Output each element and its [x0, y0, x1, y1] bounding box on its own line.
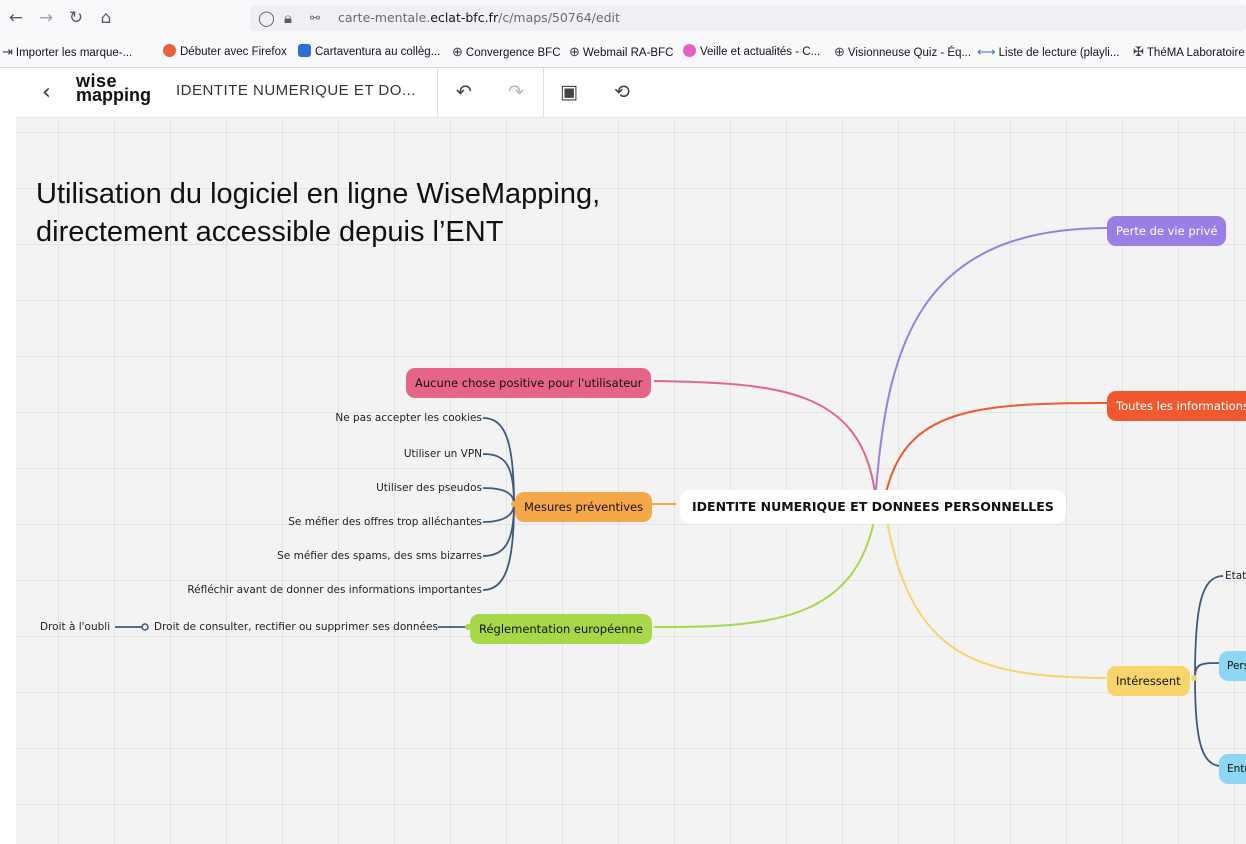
toolbar-divider [437, 68, 438, 118]
topic-reglementation-europeenne[interactable]: Réglementation européenne [470, 614, 652, 644]
veille-icon [683, 44, 696, 57]
map-title[interactable]: IDENTITE NUMERIQUE ET DO... [176, 82, 416, 99]
cartaventura-icon [298, 44, 311, 57]
lock-icon[interactable]: 🔒︎ [284, 7, 292, 29]
globe-icon: ⊕ [452, 44, 463, 59]
history-icon[interactable]: ⟲ [610, 80, 634, 104]
url-field[interactable]: ◯ 🔒︎ ⚯ carte-mentale.eclat-bfc.fr/c/maps… [250, 5, 1246, 31]
firefox-icon [163, 44, 176, 57]
bookmark-item[interactable]: ⟷ Liste de lecture (playli... [977, 36, 1119, 67]
link-aucune [653, 380, 876, 494]
leaf-offres[interactable]: Se méfier des offres trop alléchantes [288, 515, 482, 529]
topic-mesures-preventives[interactable]: Mesures préventives [515, 492, 653, 522]
topic-perte-vie-privee[interactable]: Perte de vie privé [1107, 216, 1227, 246]
caption-line-2: directement accessible depuis l’ENT [36, 216, 504, 248]
link-perte [874, 227, 1109, 504]
leaf-spams[interactable]: Se méfier des spams, des sms bizarres [277, 549, 482, 563]
app-toolbar: ‹ wise mapping IDENTITE NUMERIQUE ET DO.… [16, 68, 1246, 118]
leaf-pseudos[interactable]: Utiliser des pseudos [376, 481, 482, 495]
left-margin [0, 68, 16, 844]
leaf-reflechir[interactable]: Réfléchir avant de donner des informatio… [187, 583, 482, 597]
bookmark-item[interactable]: ⊕ Convergence BFC [452, 36, 561, 67]
home-icon[interactable]: ⌂ [96, 8, 116, 28]
bookmark-item[interactable]: ⊕ Webmail RA-BFC [569, 36, 673, 67]
leaf-vpn[interactable]: Utiliser un VPN [404, 447, 482, 461]
leaf-pers[interactable]: Pers [1219, 651, 1246, 681]
playlist-icon: ⟷ [977, 44, 996, 59]
leaf-droit-oubli[interactable]: Droit à l'oubli [40, 620, 110, 634]
topic-toutes-informations[interactable]: Toutes les informations [1107, 391, 1246, 421]
bookmark-item[interactable]: Veille et actualités - C... [683, 36, 820, 67]
save-icon[interactable]: ▣ [557, 80, 581, 104]
link-toutes [885, 402, 1109, 494]
url-text[interactable]: carte-mentale.eclat-bfc.fr/c/maps/50764/… [338, 5, 620, 31]
wisemapping-logo[interactable]: wise mapping [76, 72, 151, 105]
mesures-children-links [482, 417, 515, 591]
leaf-entr[interactable]: Entr [1219, 754, 1246, 784]
permissions-icon[interactable]: ⚯ [310, 7, 320, 29]
globe-icon: ⊕ [834, 44, 845, 59]
shield-icon[interactable]: ◯ [258, 7, 275, 29]
caption-overlay: Utilisation du logiciel en ligne WiseMap… [36, 175, 796, 251]
leaf-droit-consulter[interactable]: Droit de consulter, rectifier ou supprim… [154, 620, 438, 634]
reload-icon[interactable]: ↻ [66, 8, 86, 28]
link-reglementation [653, 515, 876, 629]
leaf-cookies[interactable]: Ne pas accepter les cookies [335, 411, 482, 425]
link-interessent [885, 515, 1107, 679]
bookmark-item[interactable]: ⊕ Visionneuse Quiz - Éq... [834, 36, 971, 67]
topic-aucune-chose-positive[interactable]: Aucune chose positive pour l'utilisateur [406, 368, 652, 398]
globe-icon: ⊕ [569, 44, 580, 59]
central-topic[interactable]: IDENTITE NUMERIQUE ET DONNEES PERSONNELL… [680, 490, 1066, 524]
leaf-etat[interactable]: Etat [1225, 569, 1246, 583]
import-icon: ⇥ [2, 44, 13, 59]
interessent-connector [1191, 675, 1197, 681]
caption-line-1: Utilisation du logiciel en ligne WiseMap… [36, 178, 601, 210]
droit-consulter-connector [141, 623, 149, 631]
bookmark-item[interactable]: ⇥ Importer les marque-... [2, 36, 132, 67]
toolbar-divider [543, 68, 544, 118]
chevron-left-icon[interactable]: ‹ [42, 80, 51, 106]
undo-icon[interactable]: ↶ [452, 80, 476, 104]
forward-arrow-icon[interactable]: → [36, 8, 56, 28]
topic-interessent[interactable]: Intéressent [1107, 666, 1190, 696]
redo-icon[interactable]: ↷ [504, 80, 528, 104]
bookmarks-bar: ⇥ Importer les marque-... Débuter avec Fi… [0, 36, 1246, 68]
bookmark-item[interactable]: Débuter avec Firefox [163, 36, 287, 67]
bookmark-item[interactable]: ✠ ThéMA Laboratoire [1133, 36, 1245, 67]
back-arrow-icon[interactable]: ← [6, 8, 26, 28]
browser-toolbar: ← → ↻ ⌂ ◯ 🔒︎ ⚯ carte-mentale.eclat-bfc.f… [0, 0, 1246, 36]
thema-icon: ✠ [1133, 44, 1144, 59]
bookmark-item[interactable]: Cartaventura au collèg... [298, 36, 440, 67]
logo-line-2: mapping [76, 85, 151, 105]
